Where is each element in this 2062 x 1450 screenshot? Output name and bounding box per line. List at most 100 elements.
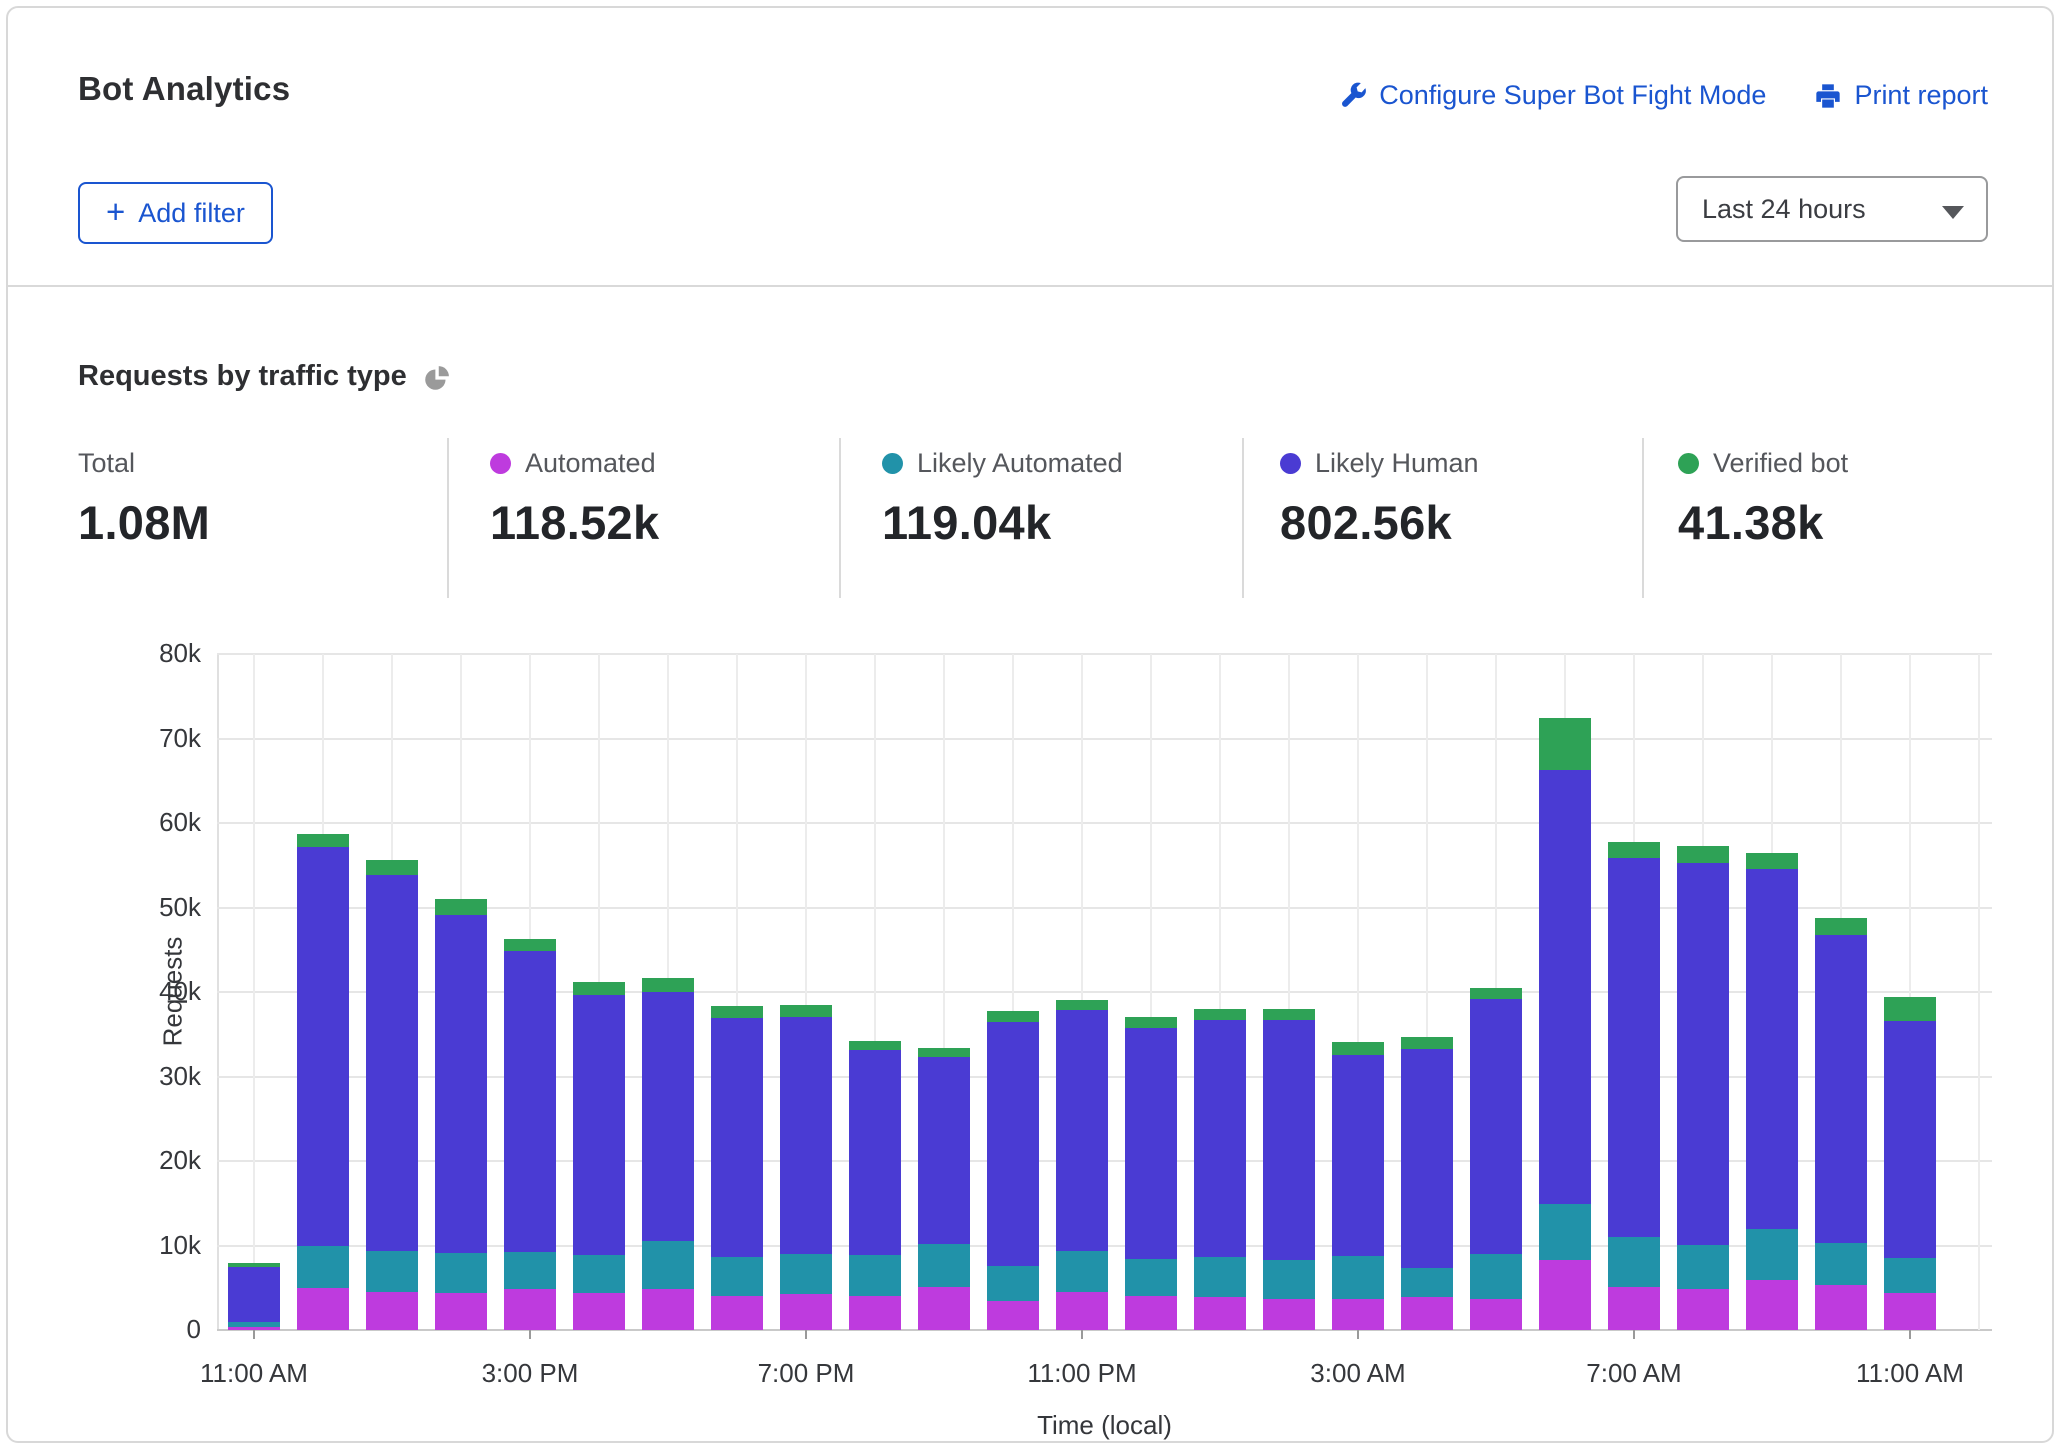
stat-label: Automated	[525, 448, 656, 479]
bar-segment-likely-automated	[1677, 1245, 1729, 1290]
bar-segment-likely-human	[1125, 1028, 1177, 1259]
x-tick-mark	[1081, 1330, 1083, 1339]
page-title: Bot Analytics	[78, 70, 290, 108]
bar-stack-hour-15[interactable]	[1263, 1009, 1315, 1330]
bar-segment-likely-automated	[435, 1253, 487, 1293]
section-title: Requests by traffic type	[78, 360, 450, 393]
x-tick-mark	[805, 1330, 807, 1339]
legend-dot	[1280, 453, 1301, 474]
bar-stack-hour-8[interactable]	[780, 1005, 832, 1330]
y-tick-label: 0	[111, 1314, 201, 1345]
bar-stack-hour-23[interactable]	[1815, 918, 1867, 1330]
bar-segment-verified-bot	[435, 899, 487, 915]
bar-segment-likely-human	[849, 1050, 901, 1254]
stat-label: Likely Human	[1315, 448, 1479, 479]
x-tick-mark	[1909, 1330, 1911, 1339]
bar-segment-likely-human	[642, 992, 694, 1241]
bar-segment-likely-human	[1884, 1021, 1936, 1258]
bar-segment-likely-automated	[918, 1244, 970, 1287]
gridline-h	[217, 822, 1992, 824]
gridline-v	[253, 654, 255, 1330]
bar-stack-hour-21[interactable]	[1677, 846, 1729, 1330]
x-tick-label: 7:00 PM	[716, 1358, 896, 1389]
stat-label: Verified bot	[1713, 448, 1848, 479]
bar-segment-automated	[987, 1301, 1039, 1330]
x-tick-mark	[1357, 1330, 1359, 1339]
legend-dot	[1678, 453, 1699, 474]
bar-segment-verified-bot	[573, 982, 625, 996]
bar-segment-likely-human	[1332, 1055, 1384, 1256]
bar-segment-likely-human	[1194, 1020, 1246, 1257]
bar-stack-hour-14[interactable]	[1194, 1009, 1246, 1330]
time-range-select[interactable]: Last 24 hours	[1676, 176, 1988, 242]
bar-segment-verified-bot	[1401, 1037, 1453, 1049]
bar-stack-hour-1[interactable]	[297, 834, 349, 1330]
x-tick-label: 3:00 PM	[440, 1358, 620, 1389]
bar-stack-hour-20[interactable]	[1608, 842, 1660, 1330]
bar-stack-hour-11[interactable]	[987, 1011, 1039, 1330]
gridline-h	[217, 653, 1992, 655]
x-tick-mark	[1633, 1330, 1635, 1339]
bar-stack-hour-2[interactable]	[366, 860, 418, 1330]
stat-value: 1.08M	[78, 495, 447, 550]
bar-stack-hour-12[interactable]	[1056, 1000, 1108, 1330]
bar-stack-hour-0[interactable]	[228, 1263, 280, 1330]
bar-segment-automated	[711, 1296, 763, 1330]
bar-segment-likely-automated	[1884, 1258, 1936, 1293]
bar-stack-hour-13[interactable]	[1125, 1017, 1177, 1330]
print-report-link[interactable]: Print report	[1814, 80, 1988, 111]
bar-stack-hour-3[interactable]	[435, 899, 487, 1330]
bar-segment-automated	[642, 1289, 694, 1330]
bar-stack-hour-24[interactable]	[1884, 997, 1936, 1330]
bar-segment-verified-bot	[780, 1005, 832, 1017]
bar-segment-likely-automated	[1194, 1257, 1246, 1297]
y-tick-label: 60k	[111, 807, 201, 838]
bar-segment-verified-bot	[642, 978, 694, 992]
bar-stack-hour-19[interactable]	[1539, 718, 1591, 1330]
y-tick-label: 20k	[111, 1145, 201, 1176]
add-filter-button[interactable]: + Add filter	[78, 182, 273, 244]
bar-stack-hour-10[interactable]	[918, 1048, 970, 1330]
bar-segment-verified-bot	[1125, 1017, 1177, 1028]
bar-stack-hour-5[interactable]	[573, 982, 625, 1330]
bar-stack-hour-16[interactable]	[1332, 1042, 1384, 1330]
bar-segment-likely-automated	[780, 1254, 832, 1294]
bar-stack-hour-7[interactable]	[711, 1006, 763, 1330]
bar-segment-automated	[1539, 1260, 1591, 1330]
bar-segment-verified-bot	[1539, 718, 1591, 770]
bar-stack-hour-17[interactable]	[1401, 1037, 1453, 1330]
bar-stack-hour-22[interactable]	[1746, 853, 1798, 1330]
bar-segment-likely-automated	[366, 1251, 418, 1292]
bar-segment-automated	[1401, 1297, 1453, 1330]
bar-segment-likely-human	[1401, 1049, 1453, 1268]
bar-segment-automated	[1884, 1293, 1936, 1330]
bar-segment-likely-human	[987, 1022, 1039, 1266]
bar-segment-likely-automated	[1470, 1254, 1522, 1299]
bar-segment-automated	[1677, 1289, 1729, 1330]
header-divider	[8, 285, 2052, 287]
x-tick-mark	[253, 1330, 255, 1339]
bar-segment-automated	[573, 1293, 625, 1330]
bar-segment-automated	[1125, 1296, 1177, 1330]
bar-segment-automated	[1470, 1299, 1522, 1330]
bar-stack-hour-6[interactable]	[642, 978, 694, 1330]
bar-segment-automated	[780, 1294, 832, 1330]
bar-segment-automated	[1608, 1287, 1660, 1330]
bar-segment-likely-human	[1746, 869, 1798, 1230]
bar-segment-automated	[297, 1288, 349, 1330]
bar-stack-hour-9[interactable]	[849, 1041, 901, 1330]
bar-stack-hour-18[interactable]	[1470, 988, 1522, 1330]
y-tick-label: 70k	[111, 723, 201, 754]
bar-stack-hour-4[interactable]	[504, 939, 556, 1330]
bar-segment-verified-bot	[1746, 853, 1798, 868]
y-tick-label: 80k	[111, 638, 201, 669]
bar-segment-verified-bot	[1263, 1009, 1315, 1020]
bar-segment-likely-human	[780, 1017, 832, 1254]
configure-super-bot-fight-mode-link[interactable]: Configure Super Bot Fight Mode	[1339, 80, 1766, 111]
stats-row: Total1.08MAutomated118.52kLikely Automat…	[78, 438, 2022, 598]
y-tick-label: 50k	[111, 892, 201, 923]
bar-segment-likely-automated	[1815, 1243, 1867, 1285]
add-filter-label: Add filter	[138, 198, 245, 229]
bar-segment-likely-human	[573, 995, 625, 1254]
gridline-h	[217, 738, 1992, 740]
